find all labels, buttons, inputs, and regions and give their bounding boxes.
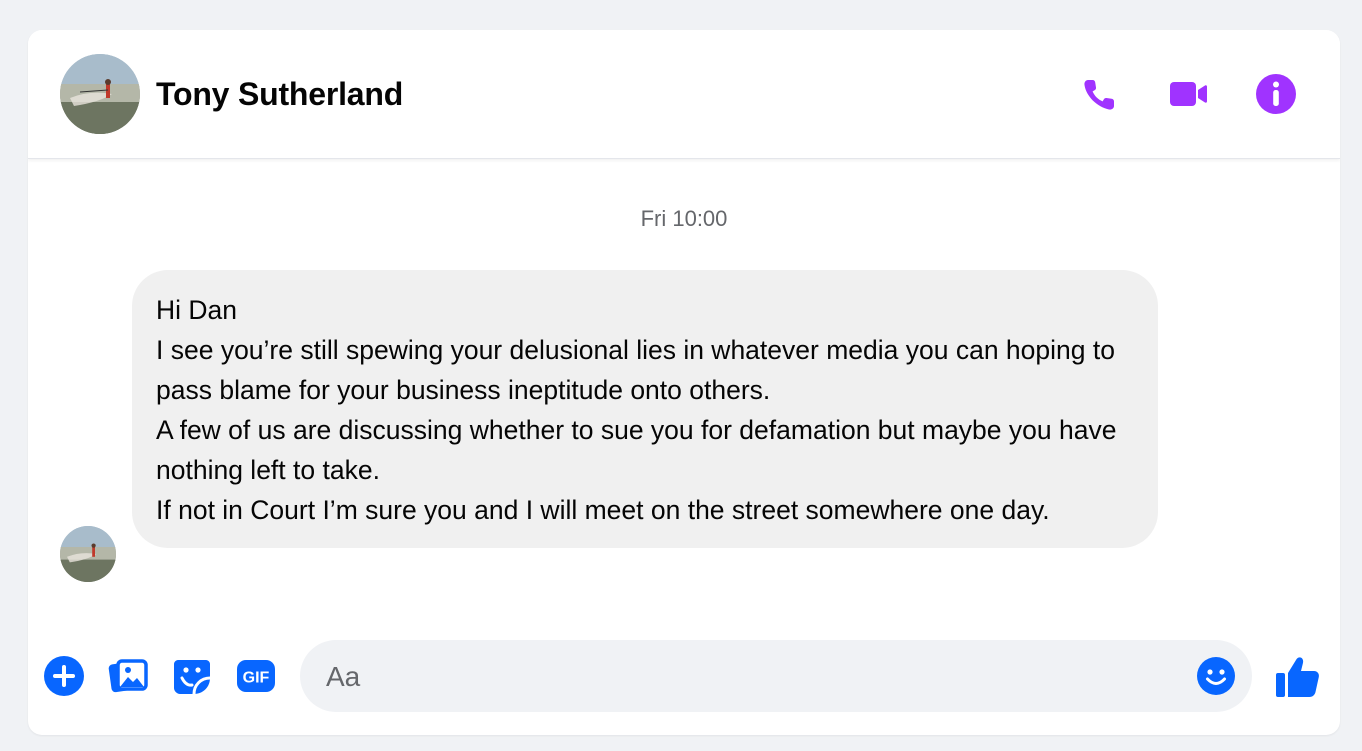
contact-name[interactable]: Tony Sutherland	[156, 76, 403, 113]
message-input[interactable]	[324, 640, 1188, 714]
svg-text:GIF: GIF	[243, 670, 270, 687]
phone-icon[interactable]	[1078, 72, 1122, 116]
sender-avatar[interactable]	[60, 526, 116, 582]
sticker-icon[interactable]	[170, 654, 214, 698]
emoji-icon[interactable]	[1196, 656, 1236, 696]
message-bubble[interactable]: Hi Dan I see you’re still spewing your d…	[132, 270, 1158, 548]
contact-avatar[interactable]	[60, 54, 140, 134]
gif-icon[interactable]: GIF	[234, 654, 278, 698]
message-input-container[interactable]	[300, 640, 1252, 714]
video-camera-icon[interactable]	[1166, 72, 1210, 116]
info-icon[interactable]	[1254, 72, 1298, 116]
plus-icon[interactable]	[42, 654, 86, 698]
like-icon[interactable]	[1274, 652, 1322, 700]
chat-window: Tony Sutherland Fri 10:00 Hi Dan I see y…	[28, 30, 1340, 735]
photo-icon[interactable]	[106, 654, 150, 698]
chat-header: Tony Sutherland	[28, 30, 1340, 159]
message-timestamp: Fri 10:00	[640, 206, 728, 231]
